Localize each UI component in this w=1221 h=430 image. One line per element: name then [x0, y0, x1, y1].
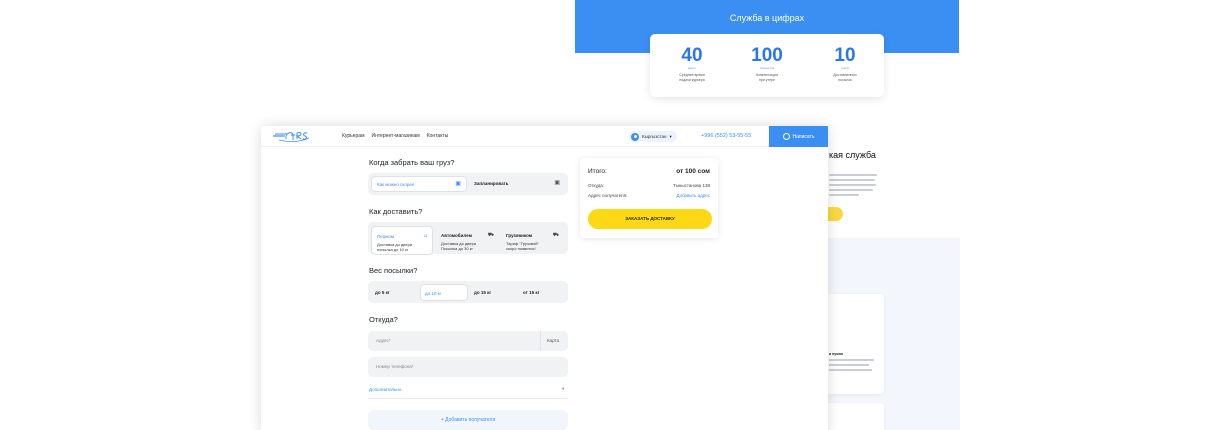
stat-number: 100 — [751, 45, 783, 66]
pickup-schedule-option[interactable]: Запланировать ▣ — [469, 176, 565, 192]
delivery-car-option[interactable]: Автомобилем ⛟ Доставка до двери Посылка … — [436, 226, 498, 255]
whatsapp-icon — [782, 133, 790, 140]
stat-desc: Доставленных посылок — [833, 73, 857, 82]
add-recipient-label: Добавить получателя — [445, 417, 496, 423]
weight-options: до 5 кг до 10 кг до 15 кг от 15 кг — [368, 281, 568, 303]
weight-title: Вес посылки? — [369, 266, 418, 275]
chevron-down-icon: ▾ — [669, 133, 672, 139]
address-input[interactable]: Адрес* Карта — [368, 331, 568, 351]
delivery-truck-option[interactable]: Грузовиком ⛟ Тариф "Грузовой" скоро появ… — [501, 226, 563, 255]
stat-desc: Компенсация при утере — [756, 73, 778, 82]
weight-15kg-option[interactable]: до 15 кг — [470, 284, 518, 301]
top-nav: Курьерам Интернет-магазинам Контакты Кыр… — [261, 126, 828, 147]
extra-toggle[interactable]: Дополнительно — [369, 387, 401, 392]
background-heading: кая служба — [829, 150, 876, 160]
region-selector[interactable]: Кыргызстан ▾ — [629, 131, 677, 142]
logo-icon — [273, 132, 310, 142]
background-card: и нужно — [826, 294, 884, 394]
write-button[interactable]: Написать — [769, 126, 828, 147]
weight-over15kg-option[interactable]: от 15 кг — [519, 284, 567, 301]
delivery-order-window: Курьерам Интернет-магазинам Контакты Кыр… — [261, 126, 828, 430]
summary-total-value: от 100 сом — [676, 168, 710, 175]
stats-banner-title: Служба в цифрах — [729, 13, 805, 23]
order-summary-card: Итого: от 100 сом Откуда: Тыныстанова 13… — [580, 158, 718, 238]
region-label: Кыргызстан — [642, 134, 667, 139]
stat-desc: Среднее время подачи курьера — [679, 73, 705, 82]
add-recipient-button[interactable]: + Добавить получателя — [368, 410, 568, 430]
order-delivery-button[interactable]: ЗАКАЗАТЬ ДОСТАВКУ — [588, 209, 712, 229]
pickup-asap-option[interactable]: Как можно скорее ▣ — [371, 176, 467, 192]
pickup-schedule-label: Запланировать — [474, 181, 509, 186]
stat-percent: 100 процентов Компенсация при утере — [737, 46, 797, 82]
phone-link[interactable]: +996 (552) 53-55-55 — [701, 133, 751, 139]
nav-link-contacts[interactable]: Контакты — [427, 133, 449, 139]
background-card — [826, 403, 884, 430]
pickup-options: Как можно скорее ▣ Запланировать ▣ — [368, 173, 568, 195]
summary-recipient-row: Адрес получателя: Добавить адрес — [588, 193, 710, 198]
address-placeholder: Адрес* — [376, 338, 391, 343]
screenshot-stage: Служба в цифрах 40 минут Среднее время по… — [0, 0, 1221, 430]
weight-10kg-option[interactable]: до 10 кг — [420, 284, 468, 301]
delivery-walk-label: Пешком — [377, 234, 394, 239]
stat-number: 40 — [681, 45, 703, 66]
summary-total-row: Итого: от 100 сом — [588, 168, 710, 175]
calendar-icon: ▣ — [455, 181, 461, 187]
weight-5kg-option[interactable]: до 5 кг — [371, 284, 419, 301]
write-button-label: Написать — [792, 133, 815, 140]
delivery-walk-option[interactable]: Пешком ☺ Доставка до двери посылка до 10… — [371, 226, 433, 255]
stat-thousands: 10 тысяч Доставленных посылок — [815, 46, 875, 82]
stat-unit: минут — [687, 66, 697, 70]
delivery-truck-desc2: скоро появится! — [506, 246, 536, 251]
phone-input[interactable]: Номер телефона* — [368, 357, 568, 377]
summary-total-label: Итого: — [588, 168, 607, 175]
stat-number: 10 — [834, 45, 856, 66]
delivery-car-desc2: Посылка до 30 кг — [441, 246, 473, 251]
stat-minutes: 40 минут Среднее время подачи курьера — [662, 46, 722, 82]
car-icon: ⛟ — [487, 232, 494, 238]
nav-links: Курьерам Интернет-магазинам Контакты — [342, 133, 448, 139]
delivery-car-label: Автомобилем — [441, 233, 472, 238]
add-address-link[interactable]: Добавить адрес — [676, 193, 710, 198]
truck-icon: ⛟ — [552, 232, 559, 238]
delivery-options: Пешком ☺ Доставка до двери посылка до 10… — [368, 222, 568, 255]
delivery-walk-desc2: посылка до 10 кг — [377, 247, 409, 252]
nav-link-couriers[interactable]: Курьерам — [342, 133, 365, 139]
person-icon: ☺ — [422, 233, 428, 239]
delivery-truck-label: Грузовиком — [506, 233, 533, 238]
background-text-lines — [829, 174, 879, 199]
summary-from-label: Откуда: — [588, 183, 605, 188]
pickup-title: Когда забрать ваш груз? — [369, 158, 455, 167]
nav-link-shops[interactable]: Интернет-магазинам — [372, 133, 420, 139]
from-title: Откуда? — [369, 315, 398, 324]
stat-unit: тысяч — [840, 66, 850, 70]
summary-from-row: Откуда: Тыныстанова 138 — [588, 183, 710, 188]
map-button[interactable]: Карта — [540, 331, 568, 351]
calendar-icon: ▣ — [554, 180, 560, 186]
stats-card: 40 минут Среднее время подачи курьера 100… — [650, 34, 884, 97]
divider — [368, 398, 568, 399]
summary-recipient-label: Адрес получателя: — [588, 193, 628, 198]
location-pin-icon — [631, 132, 639, 141]
chevron-down-icon[interactable]: ▾ — [562, 386, 564, 392]
pickup-asap-label: Как можно скорее — [377, 182, 415, 187]
background-card-title: и нужно — [829, 352, 843, 356]
summary-from-value: Тыныстанова 138 — [673, 183, 710, 188]
phone-placeholder: Номер телефона* — [376, 364, 414, 369]
stat-unit: процентов — [759, 66, 775, 70]
delivery-title: Как доставить? — [369, 207, 423, 216]
